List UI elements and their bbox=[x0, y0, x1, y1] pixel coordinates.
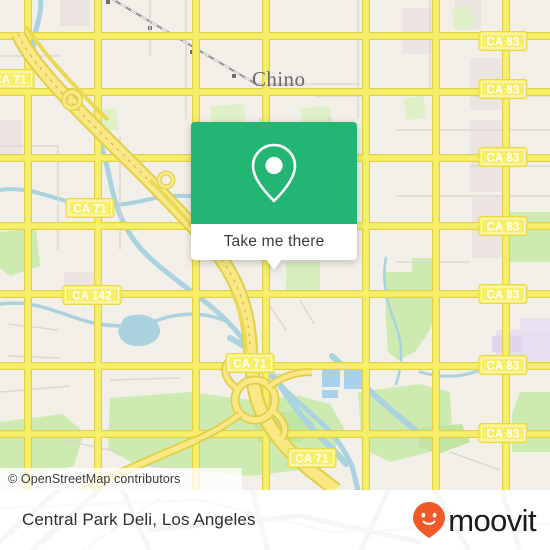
callout-pointer bbox=[266, 259, 282, 270]
moovit-map-share-card: Chino CA 83 CA 83 CA 83 CA 83 CA 83 CA 83 CA 8… bbox=[0, 0, 550, 550]
route-shield-label: CA 83 bbox=[486, 37, 519, 49]
route-shield: CA 83 bbox=[478, 79, 528, 99]
footer-bar: Central Park Deli, Los Angeles moovit bbox=[0, 490, 550, 550]
map-canvas[interactable]: Chino CA 83 CA 83 CA 83 CA 83 CA 83 CA 83 CA 8… bbox=[0, 0, 550, 490]
route-shield-label: CA 83 bbox=[486, 361, 519, 373]
route-shield-label: CA 71 bbox=[295, 454, 329, 466]
osm-attribution[interactable]: © OpenStreetMap contributors bbox=[0, 468, 242, 490]
moovit-brand-lockup[interactable]: moovit bbox=[412, 490, 537, 550]
map-lake bbox=[118, 314, 161, 347]
route-shield-label: CA 83 bbox=[486, 85, 519, 97]
route-shield-label: CA 71 bbox=[233, 359, 267, 371]
route-shield-label: CA 71 bbox=[0, 75, 27, 87]
route-shield-label: CA 83 bbox=[486, 429, 519, 441]
take-me-there-label: Take me there bbox=[223, 233, 325, 250]
route-shield: CA 83 bbox=[478, 216, 528, 236]
route-shield: CA 71 bbox=[287, 448, 337, 468]
route-shield: CA 83 bbox=[478, 423, 528, 443]
moovit-smiling-pin-icon bbox=[413, 502, 446, 538]
route-shield: CA 71 bbox=[0, 69, 35, 89]
route-shield: CA 83 bbox=[478, 355, 528, 375]
route-shield: CA 83 bbox=[478, 284, 528, 304]
callout-action-bar[interactable]: Take me there bbox=[191, 224, 357, 260]
route-shield: CA 83 bbox=[478, 31, 528, 51]
route-shield: CA 142 bbox=[62, 285, 122, 305]
route-shield: CA 83 bbox=[478, 147, 528, 167]
route-shield: CA 71 bbox=[65, 198, 115, 218]
route-shield-label: CA 83 bbox=[486, 222, 519, 234]
route-shield-label: CA 142 bbox=[72, 291, 112, 303]
callout-green-panel bbox=[191, 122, 357, 224]
map-place-label-chino: Chino bbox=[252, 67, 305, 91]
take-me-there-callout[interactable]: Take me there bbox=[191, 122, 357, 270]
route-shield-label: CA 83 bbox=[486, 153, 519, 165]
route-shield-label: CA 83 bbox=[486, 290, 519, 302]
route-shield: CA 71 bbox=[225, 353, 275, 373]
route-shield-label: CA 71 bbox=[73, 204, 107, 216]
place-name-label: Central Park Deli, Los Angeles bbox=[22, 510, 256, 529]
moovit-wordmark: moovit bbox=[448, 502, 536, 538]
map-pin-icon bbox=[251, 143, 297, 203]
